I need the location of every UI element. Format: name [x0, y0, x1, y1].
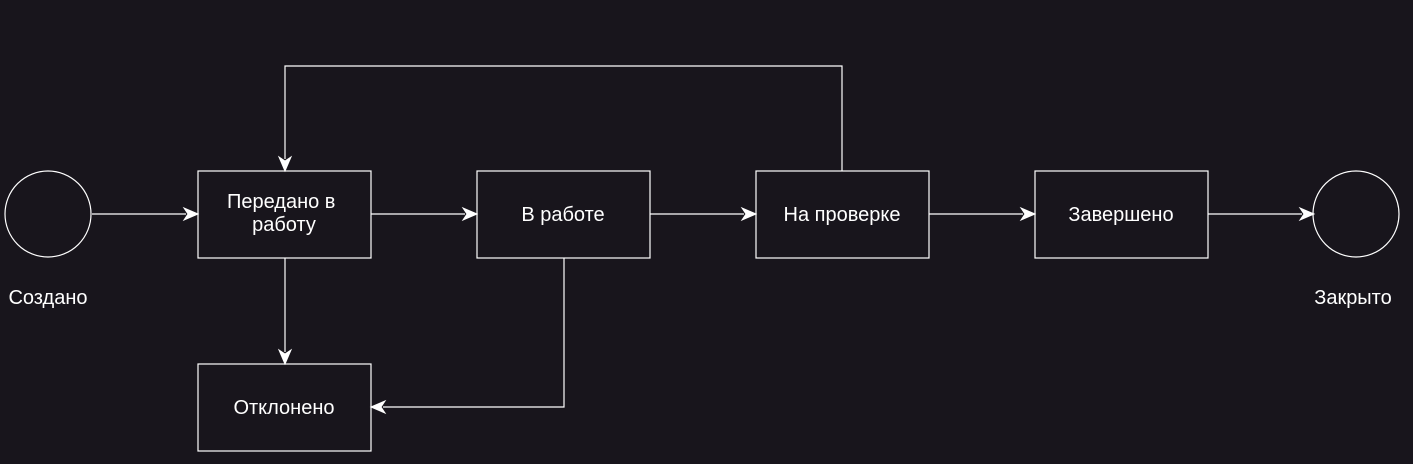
node-on-review[interactable]: На проверке — [755, 170, 930, 259]
node-rejected[interactable]: Отклонено — [197, 363, 372, 452]
state-diagram: Создано Передано в работу В работе На пр… — [4, 65, 1400, 452]
node-on-review-label: На проверке — [784, 204, 901, 226]
node-rejected-label: Отклонено — [233, 397, 334, 419]
end-circle — [1312, 170, 1400, 258]
node-assigned[interactable]: Передано в работу — [197, 170, 372, 259]
edge-in-progress-to-rejected — [369, 258, 565, 415]
edge-assigned-to-rejected — [277, 258, 293, 366]
node-created-label: Создано — [8, 287, 87, 309]
node-closed[interactable]: Закрыто — [1312, 170, 1400, 309]
edge-in-progress-to-on-review — [650, 206, 758, 222]
node-completed-label: Завершено — [1068, 204, 1173, 226]
node-created[interactable]: Создано — [4, 170, 92, 309]
edge-on-review-to-completed — [929, 206, 1037, 222]
node-completed[interactable]: Завершено — [1034, 170, 1209, 259]
node-assigned-label: Передано в работу — [227, 191, 341, 236]
node-closed-label: Закрыто — [1314, 287, 1392, 309]
node-assigned-label-line2: работу — [252, 214, 316, 236]
node-in-progress-label: В работе — [521, 204, 604, 226]
edge-on-review-to-assigned — [277, 65, 843, 173]
edge-completed-to-closed — [1208, 206, 1316, 222]
edge-assigned-to-in-progress — [371, 206, 479, 222]
start-circle — [4, 170, 92, 258]
node-assigned-label-line1: Передано в — [227, 191, 335, 213]
node-in-progress[interactable]: В работе — [476, 170, 651, 259]
edge-created-to-assigned — [92, 206, 200, 222]
